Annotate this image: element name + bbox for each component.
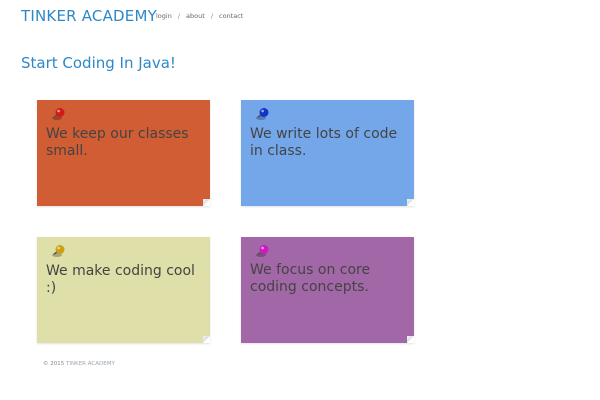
copyright-text: © 2015 bbox=[43, 361, 65, 367]
sticky-note-cool: We make coding cool :) bbox=[37, 237, 210, 343]
footer: © 2015 TINKER ACADEMY bbox=[43, 361, 115, 367]
page-curl bbox=[203, 336, 210, 343]
note-text: We write lots of code in class. bbox=[250, 126, 398, 159]
page-curl bbox=[407, 199, 414, 206]
yellow-pushpin-icon bbox=[52, 245, 65, 257]
nav-login-link[interactable]: login bbox=[156, 12, 172, 20]
note-text: We focus on core coding concepts. bbox=[250, 262, 371, 295]
brand-logo-link[interactable]: TINKER ACADEMY bbox=[21, 7, 157, 25]
note-text: We make coding cool :) bbox=[46, 263, 195, 296]
blue-pushpin-icon bbox=[256, 108, 269, 120]
page-curl bbox=[203, 199, 210, 206]
magenta-pushpin-icon bbox=[256, 245, 269, 257]
footer-brand-link[interactable]: TINKER ACADEMY bbox=[66, 361, 115, 367]
sticky-note-concepts: We focus on core coding concepts. bbox=[241, 237, 414, 343]
note-text: We keep our classes small. bbox=[46, 126, 189, 159]
nav-separator: / bbox=[177, 12, 181, 20]
page: TINKER ACADEMY login / about / contact S… bbox=[0, 0, 600, 400]
nav-contact-link[interactable]: contact bbox=[219, 12, 243, 20]
top-nav: login / about / contact bbox=[156, 12, 243, 20]
sticky-note-code: We write lots of code in class. bbox=[241, 100, 414, 206]
nav-separator: / bbox=[210, 12, 214, 20]
page-title: Start Coding In Java! bbox=[21, 54, 176, 72]
sticky-note-classes: We keep our classes small. bbox=[37, 100, 210, 206]
red-pushpin-icon bbox=[52, 108, 65, 120]
page-curl bbox=[407, 336, 414, 343]
nav-about-link[interactable]: about bbox=[186, 12, 205, 20]
